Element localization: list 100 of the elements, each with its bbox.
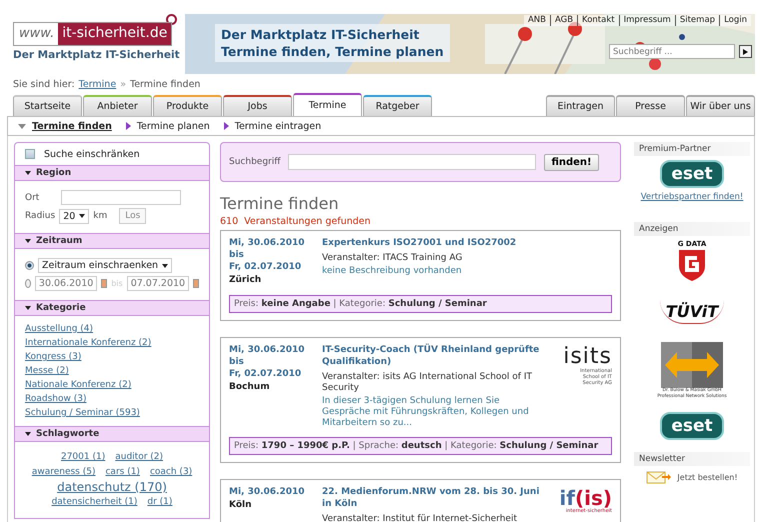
envelope-icon <box>646 470 672 484</box>
event-details: Preis: 1790 – 1990€ p.P. | Sprache: deutsch | Kategorie: Schulung / Seminar <box>229 437 612 455</box>
site-logo[interactable]: www. it-sicherheit.de <box>13 22 172 46</box>
caret-icon <box>25 239 31 243</box>
tag-link[interactable]: cars (1) <box>105 465 140 480</box>
newsletter-link[interactable]: Jetzt bestellen! <box>677 472 738 482</box>
subnav-link[interactable]: Termine eintragen <box>234 120 322 132</box>
period-dropdown[interactable]: Zeitraum einschraenken <box>38 258 172 273</box>
event-title-link[interactable]: Expertenkurs ISO27001 und ISO27002 <box>322 237 612 249</box>
event-organizer: Veranstalter: isits AG International School of IT Security <box>322 372 533 394</box>
event-description: In dieser 3-tägigen Schulung lernen Sie Gespräche mit Führungskräften, Kollegen und Mitarbeitern so zu... <box>322 396 530 429</box>
tag-link[interactable]: datensicherheit (1) <box>52 495 138 510</box>
event-title-link[interactable]: IT-Security-Coach (TÜV Rheinland geprüfte Qualifikation) <box>322 344 540 368</box>
radio-button[interactable] <box>25 261 34 270</box>
event-details: Preis: keine Angabe | Kategorie: Schulung / Seminar <box>229 295 612 313</box>
category-link[interactable]: Messe (2) <box>25 364 69 378</box>
checkbox[interactable] <box>25 149 35 159</box>
nav-link[interactable]: Impressum <box>618 15 675 26</box>
nav-tab[interactable]: Jobs <box>223 95 292 116</box>
nav-link[interactable]: Login <box>719 15 751 26</box>
breadcrumb-label: Sie sind hier: <box>13 78 75 90</box>
page-heading: Termine finden <box>220 194 340 213</box>
section-header[interactable]: Region <box>15 165 209 181</box>
section-title: Kategorie <box>36 303 86 313</box>
nav-link[interactable]: Kontakt <box>577 15 619 26</box>
caret-icon <box>25 171 31 175</box>
caret-icon <box>162 264 168 268</box>
event-date: Mi, 30.06.2010 <box>229 237 306 249</box>
category-link[interactable]: Kongress (3) <box>25 350 82 364</box>
radius-dropdown[interactable]: 20 <box>59 208 90 224</box>
tagline: Der Marktplatz IT-Sicherheit <box>13 49 181 61</box>
category-link[interactable]: Roadshow (3) <box>25 392 86 406</box>
section-header: Premium-Partner <box>634 142 750 156</box>
event-date: Fr, 02.07.2010 <box>229 368 302 380</box>
breadcrumb-current: Termine finden <box>130 78 200 90</box>
search-button[interactable]: finden! <box>544 154 599 170</box>
unit-label: km <box>93 211 108 221</box>
nav-tab[interactable]: Termine <box>293 93 362 116</box>
section-header: Anzeigen <box>634 222 750 236</box>
partner-logo[interactable]: TÜViT <box>660 300 724 324</box>
field-label: Radius <box>25 211 56 221</box>
tag-link[interactable]: auditor (2) <box>115 450 164 465</box>
input-field[interactable] <box>288 154 536 170</box>
caret-icon <box>79 214 86 218</box>
section-header: Newsletter <box>634 452 750 466</box>
section-header[interactable]: Zeitraum <box>15 233 209 249</box>
caret-icon <box>126 122 131 130</box>
breadcrumb-separator: » <box>120 78 126 90</box>
calendar-icon[interactable] <box>101 279 108 288</box>
date-separator: bis <box>229 249 245 261</box>
field-label: Suchbegriff <box>229 157 280 167</box>
nav-tab[interactable]: Startseite <box>13 95 82 116</box>
shield-icon <box>677 248 707 282</box>
section-title: Region <box>36 168 72 178</box>
category-link[interactable]: Nationale Konferenz (2) <box>25 378 132 392</box>
result-count: 610 Veranstaltungen gefunden <box>220 216 372 227</box>
nav-tab[interactable]: Presse <box>616 95 685 116</box>
category-link[interactable]: Internationale Konferenz (2) <box>25 336 152 350</box>
nav-tab[interactable]: Wir über uns <box>686 95 755 116</box>
breadcrumb-link[interactable]: Termine <box>78 78 116 90</box>
nav-link[interactable]: AGB <box>550 15 578 26</box>
event-date: Fr, 02.07.2010 <box>229 261 302 273</box>
nav-link[interactable]: ANB <box>524 15 550 26</box>
input-field[interactable] <box>61 190 182 205</box>
search-field[interactable]: Suchbegriff ... <box>609 44 735 59</box>
section-header[interactable]: Kategorie <box>15 300 209 316</box>
date-field[interactable]: 07.07.2010 <box>126 276 190 291</box>
nav-link[interactable]: Sitemap <box>674 15 720 26</box>
tag-link[interactable]: dr (1) <box>147 495 172 510</box>
subnav-link[interactable]: Termine planen <box>136 120 210 132</box>
banner-headline: Termine finden, Termine planen <box>221 43 444 60</box>
banner-headline: Der Marktplatz IT-Sicherheit <box>221 26 420 43</box>
nav-tab[interactable]: Ratgeber <box>363 95 432 116</box>
date-field[interactable]: 30.06.2010 <box>34 276 98 291</box>
category-link[interactable]: Schulung / Seminar (593) <box>25 406 140 420</box>
radio-button[interactable] <box>25 279 31 288</box>
caret-icon <box>25 306 31 310</box>
event-city: Zürich <box>229 274 262 287</box>
event-city: Köln <box>229 499 252 512</box>
partner-link[interactable]: Vertriebspartner finden! <box>640 192 744 202</box>
search-button[interactable] <box>739 45 752 58</box>
partner-logo[interactable]: eset <box>660 412 724 440</box>
event-description: keine Beschreibung vorhanden <box>322 266 463 277</box>
nav-tab[interactable]: Eintragen <box>546 95 615 116</box>
partner-logo[interactable]: eset <box>660 160 724 188</box>
event-title-link[interactable]: 22. Medienforum.NRW vom 28. bis 30. Juni in Köln <box>322 486 540 510</box>
nav-tab[interactable]: Anbieter <box>83 95 152 116</box>
category-link[interactable]: Ausstellung (4) <box>25 322 94 336</box>
organizer-logo: isits <box>563 346 612 368</box>
section-title: Zeitraum <box>36 236 82 246</box>
tag-link[interactable]: datenschutz (170) <box>57 480 167 495</box>
section-header[interactable]: Schlagworte <box>15 426 209 442</box>
tag-link[interactable]: awareness (5) <box>32 465 96 480</box>
tag-link[interactable]: coach (3) <box>150 465 192 480</box>
field-label: Ort <box>25 192 40 202</box>
tag-link[interactable]: 27001 (1) <box>60 450 106 465</box>
nav-tab[interactable]: Produkte <box>153 95 222 116</box>
subnav-link[interactable]: Termine finden <box>32 120 112 132</box>
section-title: Schlagworte <box>36 429 100 439</box>
event-organizer: Veranstalter: ITACS Training AG <box>322 253 464 264</box>
